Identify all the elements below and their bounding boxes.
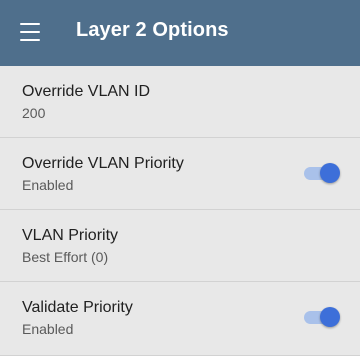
setting-validate-priority[interactable]: Validate Priority Enabled xyxy=(0,282,360,356)
setting-value: Enabled xyxy=(22,321,74,337)
hamburger-menu-icon[interactable] xyxy=(20,23,40,41)
override-vlan-priority-toggle[interactable] xyxy=(302,162,340,184)
setting-value: Enabled xyxy=(22,177,74,193)
setting-vlan-priority[interactable]: VLAN Priority Best Effort (0) xyxy=(0,210,360,282)
setting-override-vlan-id[interactable]: Override VLAN ID 200 xyxy=(0,66,360,138)
toggle-thumb xyxy=(320,307,340,327)
setting-title: Override VLAN Priority xyxy=(22,155,184,172)
setting-value: 200 xyxy=(22,105,46,121)
app-bar: Layer 2 Options xyxy=(0,0,360,66)
validate-priority-toggle[interactable] xyxy=(302,306,340,328)
page-title: Layer 2 Options xyxy=(76,19,229,41)
setting-value: Best Effort (0) xyxy=(22,249,109,265)
setting-title: Override VLAN ID xyxy=(22,83,151,100)
setting-title: Validate Priority xyxy=(22,299,133,316)
toggle-thumb xyxy=(320,163,340,183)
setting-title: VLAN Priority xyxy=(22,227,119,244)
settings-list: Override VLAN ID 200 Override VLAN Prior… xyxy=(0,66,360,356)
setting-override-vlan-priority[interactable]: Override VLAN Priority Enabled xyxy=(0,138,360,210)
